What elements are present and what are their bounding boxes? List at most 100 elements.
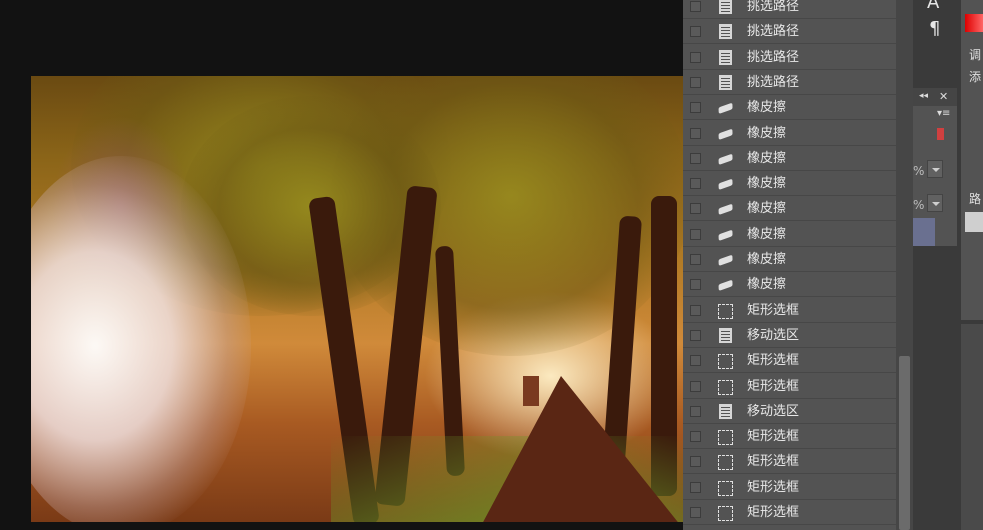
opacity-percent: % — [913, 164, 925, 178]
history-item[interactable]: 矩形选框 — [683, 450, 896, 475]
snapshot-source-checkbox[interactable] — [690, 127, 701, 139]
snapshot-source-checkbox[interactable] — [690, 279, 701, 291]
eraser-icon — [716, 123, 734, 144]
history-item[interactable]: 挑选路径 — [683, 20, 896, 45]
snapshot-source-checkbox[interactable] — [690, 405, 701, 417]
history-item[interactable]: 橡皮擦 — [683, 222, 896, 247]
history-item-label: 挑选路径 — [747, 24, 800, 40]
history-item[interactable]: 挑选路径 — [683, 70, 896, 95]
rect-marquee-icon — [717, 429, 733, 446]
rect-marquee-icon — [717, 505, 733, 521]
collapse-icon[interactable]: ◂◂ — [919, 91, 928, 101]
snapshot-source-checkbox[interactable] — [690, 507, 701, 518]
history-item[interactable]: 矩形选框 — [683, 349, 896, 374]
scroll-thumb[interactable] — [899, 356, 910, 530]
eraser-icon — [716, 98, 734, 119]
history-item-label: 挑选路径 — [747, 0, 800, 14]
snapshot-source-checkbox[interactable] — [690, 431, 701, 443]
red-gradient-swatch[interactable] — [965, 14, 983, 32]
snapshot-source-checkbox[interactable] — [690, 254, 701, 265]
history-item[interactable]: 移动选区 — [683, 399, 896, 424]
history-item[interactable]: 移动选区 — [683, 323, 896, 348]
document-icon — [719, 0, 732, 14]
lower-dock — [961, 324, 983, 530]
opacity-dropdown[interactable] — [927, 160, 943, 178]
canvas-area[interactable] — [0, 0, 683, 530]
snapshot-source-checkbox[interactable] — [690, 76, 701, 88]
snapshot-source-checkbox[interactable] — [690, 481, 701, 493]
history-item[interactable]: 橡皮擦 — [683, 172, 896, 197]
paragraph-panel-icon[interactable]: ¶ — [929, 20, 940, 38]
fill-dropdown[interactable] — [927, 194, 943, 212]
eraser-icon — [716, 224, 734, 245]
history-item-label: 矩形选框 — [747, 479, 800, 495]
eraser-icon — [716, 250, 734, 271]
snapshot-source-checkbox[interactable] — [690, 1, 701, 12]
history-item-label: 橡皮擦 — [747, 201, 787, 217]
history-item[interactable]: 橡皮擦 — [683, 273, 896, 298]
history-item[interactable]: 矩形选框 — [683, 475, 896, 500]
path-thumbnail[interactable] — [965, 212, 983, 232]
tab-add[interactable]: 添 — [969, 68, 981, 85]
history-item-label: 挑选路径 — [747, 49, 800, 65]
history-item-label: 矩形选框 — [747, 302, 800, 318]
history-item[interactable]: 挑选路径 — [683, 45, 896, 70]
collapsed-panel-header: ◂◂ ✕ — [913, 88, 957, 106]
history-item-label: 矩形选框 — [747, 505, 800, 520]
history-item[interactable]: 橡皮擦 — [683, 96, 896, 121]
history-item[interactable]: 橡皮擦 — [683, 197, 896, 222]
history-item[interactable]: 矩形选框 — [683, 425, 896, 450]
history-item[interactable]: 挑选路径 — [683, 0, 896, 19]
history-panel: 挑选路径 挑选路径 挑选路径 挑选路径 橡皮擦 橡皮擦 橡皮擦 橡皮擦 橡皮擦 橡皮擦 橡皮擦 橡皮擦… — [683, 0, 896, 530]
history-item-label: 橡皮擦 — [747, 277, 787, 293]
history-item-label: 橡皮擦 — [747, 100, 787, 116]
history-item[interactable]: 橡皮擦 — [683, 146, 896, 171]
history-item[interactable]: 橡皮擦 — [683, 248, 896, 272]
history-item-label: 橡皮擦 — [747, 176, 787, 192]
snapshot-source-checkbox[interactable] — [690, 26, 701, 38]
history-item-label: 矩形选框 — [747, 353, 800, 369]
eraser-icon — [716, 174, 734, 195]
snapshot-source-checkbox[interactable] — [690, 152, 701, 164]
document-image-forest-road[interactable] — [31, 76, 683, 522]
fill-percent: % — [913, 198, 925, 212]
snapshot-source-checkbox[interactable] — [690, 355, 701, 367]
eraser-icon — [716, 199, 734, 220]
rect-marquee-icon — [717, 303, 733, 319]
history-item-label: 移动选区 — [747, 327, 800, 343]
history-item[interactable]: 矩形选框 — [683, 374, 896, 399]
eraser-icon — [716, 148, 734, 169]
document-icon — [719, 403, 732, 419]
history-item[interactable]: 矩形选框 — [683, 298, 896, 323]
history-item-label: 橡皮擦 — [747, 125, 787, 141]
document-icon — [719, 24, 732, 40]
history-item[interactable]: 橡皮擦 — [683, 121, 896, 146]
snapshot-source-checkbox[interactable] — [690, 203, 701, 215]
snapshot-source-checkbox[interactable] — [690, 102, 701, 114]
eraser-icon — [716, 275, 734, 296]
snapshot-source-checkbox[interactable] — [690, 380, 701, 392]
layer-thumbnail[interactable] — [913, 218, 935, 246]
snapshot-source-checkbox[interactable] — [690, 178, 701, 190]
tab-adjustments[interactable]: 调 — [969, 46, 981, 63]
history-item[interactable]: 矩形选框 — [683, 501, 896, 525]
rect-marquee-icon — [717, 353, 733, 370]
history-item-label: 橡皮擦 — [747, 150, 787, 166]
history-item-label: 橡皮擦 — [747, 252, 787, 267]
rect-marquee-icon — [717, 379, 733, 395]
snapshot-source-checkbox[interactable] — [690, 304, 701, 316]
character-panel-icon[interactable]: A — [927, 0, 939, 12]
close-icon[interactable]: ✕ — [939, 90, 948, 103]
snapshot-source-checkbox[interactable] — [690, 329, 701, 341]
history-item-label: 橡皮擦 — [747, 226, 787, 242]
document-icon — [719, 327, 732, 343]
history-scrollbar[interactable] — [896, 0, 913, 530]
color-swatch[interactable] — [937, 128, 944, 140]
tab-paths[interactable]: 路 — [969, 190, 981, 207]
snapshot-source-checkbox[interactable] — [690, 228, 701, 240]
snapshot-source-checkbox[interactable] — [690, 456, 701, 468]
document-icon — [719, 74, 732, 90]
snapshot-source-checkbox[interactable] — [690, 51, 701, 63]
panel-menu-icon[interactable]: ▾≡ — [937, 108, 950, 119]
history-item-label: 矩形选框 — [747, 454, 800, 470]
